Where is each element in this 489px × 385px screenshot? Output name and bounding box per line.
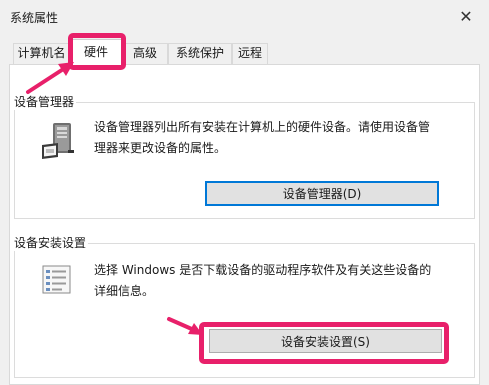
device-installation-description-line1: 选择 Windows 是否下载设备的驱动程序软件及有关这些设备的 xyxy=(94,263,432,277)
pointer-arrow-tab xyxy=(26,62,74,94)
tab-label: 高级 xyxy=(132,46,157,60)
checklist-icon xyxy=(42,265,71,294)
close-icon[interactable]: ✕ xyxy=(457,7,475,26)
device-manager-button-label: 设备管理器(D) xyxy=(282,187,362,201)
pointer-arrow-button xyxy=(167,317,203,335)
button-highlight-box xyxy=(199,322,449,364)
tab-system-protection[interactable]: 系统保护 xyxy=(168,43,232,64)
device-manager-icon xyxy=(42,123,74,159)
tab-label: 系统保护 xyxy=(175,46,224,60)
title-bar: 系统属性 ✕ xyxy=(0,0,489,34)
device-manager-description-line1: 设备管理器列出所有安装在计算机上的硬件设备。请使用设备管 xyxy=(94,120,431,134)
device-manager-button[interactable]: 设备管理器(D) xyxy=(205,181,439,206)
tab-label: 远程 xyxy=(237,46,262,60)
tab-advanced[interactable]: 高级 xyxy=(122,43,168,64)
device-manager-description-line2: 理器来更改设备的属性。 xyxy=(94,141,227,155)
tab-highlight-box xyxy=(68,33,126,70)
system-properties-window: 系统属性 ✕ 计算机名 硬件 高级 系统保护 远程 设备管理器 设备管理器列出所… xyxy=(0,0,489,385)
window-title: 系统属性 xyxy=(10,11,59,25)
device-installation-description-line2: 详细信息。 xyxy=(94,284,155,298)
tab-remote[interactable]: 远程 xyxy=(232,43,268,64)
device-installation-group-label: 设备安装设置 xyxy=(12,234,89,251)
